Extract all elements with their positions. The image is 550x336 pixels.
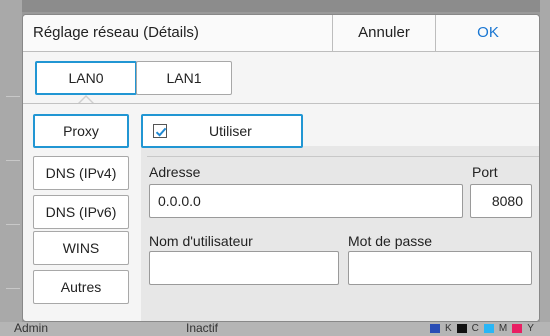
category-dns-ipv4[interactable]: DNS (IPv4) xyxy=(33,156,129,190)
ink-swatch-icon xyxy=(483,324,494,333)
ok-button[interactable]: OK xyxy=(435,15,539,51)
section-divider xyxy=(23,103,539,104)
background-left-panel xyxy=(0,0,22,336)
tab-lan0[interactable]: LAN0 xyxy=(35,61,137,95)
ink-label-m: M xyxy=(498,323,508,334)
status-bar: Admin Inactif K C M Y xyxy=(0,321,550,336)
ink-label-k: K xyxy=(445,323,452,334)
category-autres[interactable]: Autres xyxy=(33,270,129,304)
port-label: Port xyxy=(472,164,498,180)
background-right-panel xyxy=(540,0,550,336)
panel-rule xyxy=(147,156,539,157)
use-proxy-label: Utiliser xyxy=(209,123,252,139)
tab-pointer-icon xyxy=(78,95,94,103)
category-wins[interactable]: WINS xyxy=(33,231,129,265)
ink-swatch-icon xyxy=(430,324,440,333)
port-field[interactable]: 8080 xyxy=(470,184,532,218)
dialog-title: Réglage réseau (Détails) xyxy=(33,24,199,41)
use-proxy-toggle[interactable]: Utiliser xyxy=(141,114,303,148)
network-details-dialog: Réglage réseau (Détails) Annuler OK LAN0… xyxy=(22,14,540,322)
machine-state: Inactif xyxy=(186,321,219,335)
ink-levels: K C M Y xyxy=(430,323,534,334)
user-name: Admin xyxy=(14,321,49,335)
address-label: Adresse xyxy=(149,164,201,180)
username-field[interactable] xyxy=(149,251,339,285)
category-proxy[interactable]: Proxy xyxy=(33,114,129,148)
background-header xyxy=(0,0,550,12)
ink-swatch-icon xyxy=(512,324,523,333)
use-proxy-checkbox[interactable] xyxy=(153,124,167,138)
tab-lan1[interactable]: LAN1 xyxy=(136,61,232,95)
category-dns-ipv6[interactable]: DNS (IPv6) xyxy=(33,195,129,229)
username-label: Nom d'utilisateur xyxy=(149,233,253,249)
password-field[interactable] xyxy=(348,251,532,285)
dialog-titlebar: Réglage réseau (Détails) Annuler OK xyxy=(23,15,539,52)
password-label: Mot de passe xyxy=(348,233,433,249)
ink-swatch-icon xyxy=(456,324,467,333)
address-field[interactable]: 0.0.0.0 xyxy=(149,184,463,218)
cancel-button[interactable]: Annuler xyxy=(332,15,435,51)
ink-label-c: C xyxy=(471,323,479,334)
checkmark-icon xyxy=(155,127,167,137)
ink-label-y: Y xyxy=(527,323,534,334)
